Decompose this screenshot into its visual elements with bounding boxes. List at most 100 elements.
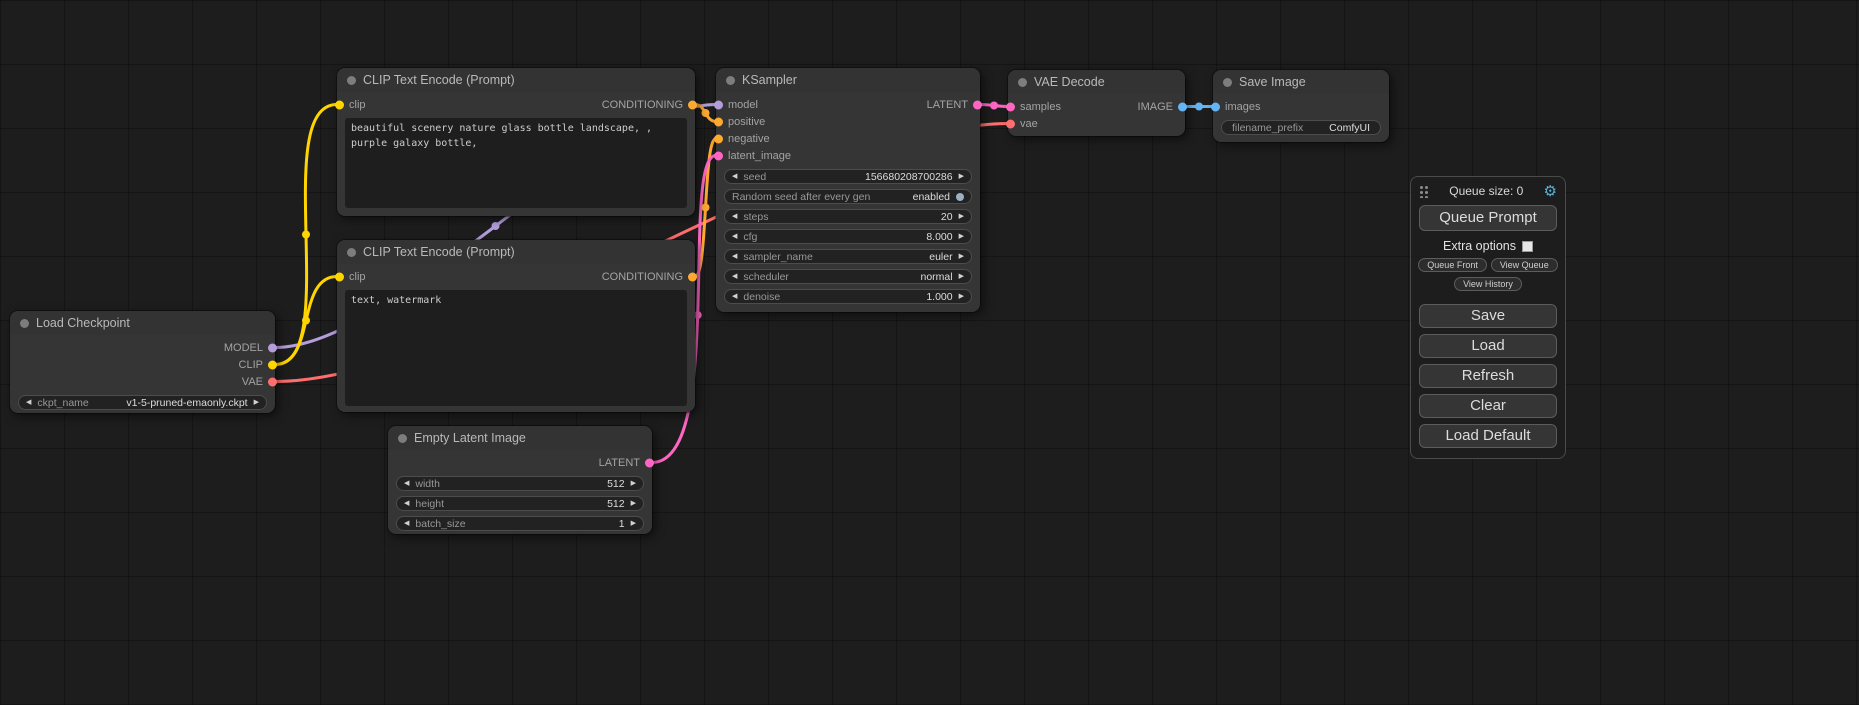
save-button[interactable]: Save: [1419, 304, 1557, 328]
scheduler-widget[interactable]: ◀ scheduler normal ▶: [724, 269, 972, 284]
increment-arrow-icon[interactable]: ▶: [959, 173, 964, 180]
node-title-bar[interactable]: CLIP Text Encode (Prompt): [337, 240, 695, 264]
latent-output-dot[interactable]: [645, 458, 654, 467]
decrement-arrow-icon[interactable]: ◀: [732, 213, 737, 220]
node-status-dot[interactable]: [1223, 78, 1232, 87]
node-status-dot[interactable]: [398, 434, 407, 443]
increment-arrow-icon[interactable]: ▶: [959, 293, 964, 300]
image-output-dot[interactable]: [1178, 102, 1187, 111]
model-input-dot[interactable]: [714, 100, 723, 109]
node-load-checkpoint[interactable]: Load Checkpoint MODEL CLIP VAE ◀ ckpt_na…: [10, 311, 275, 413]
toggle-dot-icon[interactable]: [956, 193, 964, 201]
node-status-dot[interactable]: [20, 319, 29, 328]
node-title-bar[interactable]: CLIP Text Encode (Prompt): [337, 68, 695, 92]
node-clip-text-encode-positive[interactable]: CLIP Text Encode (Prompt) clip CONDITION…: [337, 68, 695, 216]
images-input-dot[interactable]: [1211, 102, 1220, 111]
load-default-button[interactable]: Load Default: [1419, 424, 1557, 448]
link-midpoint-dot[interactable]: [302, 317, 310, 325]
refresh-button[interactable]: Refresh: [1419, 364, 1557, 388]
decrement-arrow-icon[interactable]: ◀: [732, 273, 737, 280]
negative-input-dot[interactable]: [714, 134, 723, 143]
width-widget[interactable]: ◀ width 512 ▶: [396, 476, 644, 491]
increment-arrow-icon[interactable]: ▶: [631, 500, 636, 507]
increment-arrow-icon[interactable]: ▶: [254, 399, 259, 406]
load-button[interactable]: Load: [1419, 334, 1557, 358]
view-queue-button[interactable]: View Queue: [1491, 258, 1558, 272]
node-graph-canvas[interactable]: Load Checkpoint MODEL CLIP VAE ◀ ckpt_na…: [0, 0, 1859, 705]
steps-widget[interactable]: ◀ steps 20 ▶: [724, 209, 972, 224]
decrement-arrow-icon[interactable]: ◀: [404, 520, 409, 527]
node-title-bar[interactable]: KSampler: [716, 68, 980, 92]
increment-arrow-icon[interactable]: ▶: [959, 253, 964, 260]
increment-arrow-icon[interactable]: ▶: [959, 213, 964, 220]
port-label: CONDITIONING: [602, 271, 683, 283]
node-title-bar[interactable]: VAE Decode: [1008, 70, 1185, 94]
link-midpoint-dot[interactable]: [1195, 103, 1203, 111]
ckpt-name-widget[interactable]: ◀ ckpt_name v1-5-pruned-emaonly.ckpt ▶: [18, 395, 267, 410]
node-vae-decode[interactable]: VAE Decode samples IMAGE vae: [1008, 70, 1185, 136]
increment-arrow-icon[interactable]: ▶: [631, 480, 636, 487]
decrement-arrow-icon[interactable]: ◀: [404, 500, 409, 507]
decrement-arrow-icon[interactable]: ◀: [732, 253, 737, 260]
increment-arrow-icon[interactable]: ▶: [959, 273, 964, 280]
node-empty-latent-image[interactable]: Empty Latent Image LATENT ◀ width 512 ▶ …: [388, 426, 652, 534]
conditioning-output-dot[interactable]: [688, 272, 697, 281]
model-output-dot[interactable]: [268, 343, 277, 352]
link-midpoint-dot[interactable]: [702, 109, 710, 117]
cfg-widget[interactable]: ◀ cfg 8.000 ▶: [724, 229, 972, 244]
link-midpoint-dot[interactable]: [990, 102, 998, 110]
node-status-dot[interactable]: [726, 76, 735, 85]
decrement-arrow-icon[interactable]: ◀: [26, 399, 31, 406]
node-status-dot[interactable]: [347, 248, 356, 257]
port-label: MODEL: [224, 342, 263, 354]
positive-input-dot[interactable]: [714, 117, 723, 126]
decrement-arrow-icon[interactable]: ◀: [732, 233, 737, 240]
prompt-textarea[interactable]: text, watermark: [345, 290, 687, 406]
decrement-arrow-icon[interactable]: ◀: [732, 173, 737, 180]
clip-output-dot[interactable]: [268, 360, 277, 369]
clear-button[interactable]: Clear: [1419, 394, 1557, 418]
link-midpoint-dot[interactable]: [491, 222, 499, 230]
node-title-bar[interactable]: Empty Latent Image: [388, 426, 652, 450]
extra-options-checkbox[interactable]: [1522, 241, 1533, 252]
vae-input-dot[interactable]: [1006, 119, 1015, 128]
seed-widget[interactable]: ◀ seed 156680208700286 ▶: [724, 169, 972, 184]
node-clip-text-encode-negative[interactable]: CLIP Text Encode (Prompt) clip CONDITION…: [337, 240, 695, 412]
filename-prefix-widget[interactable]: filename_prefix ComfyUI: [1221, 120, 1381, 135]
queue-front-button[interactable]: Queue Front: [1418, 258, 1487, 272]
widget-value: 1: [619, 518, 625, 530]
node-title-bar[interactable]: Save Image: [1213, 70, 1389, 94]
drag-handle-icon[interactable]: [1419, 185, 1429, 198]
increment-arrow-icon[interactable]: ▶: [631, 520, 636, 527]
node-status-dot[interactable]: [347, 76, 356, 85]
node-title: VAE Decode: [1034, 75, 1105, 89]
increment-arrow-icon[interactable]: ▶: [959, 233, 964, 240]
link-midpoint-dot[interactable]: [302, 231, 310, 239]
conditioning-output-dot[interactable]: [688, 100, 697, 109]
settings-gear-icon[interactable]: ⚙: [1544, 184, 1557, 199]
node-title-bar[interactable]: Load Checkpoint: [10, 311, 275, 335]
node-save-image[interactable]: Save Image images filename_prefix ComfyU…: [1213, 70, 1389, 142]
widget-label: denoise: [743, 291, 780, 303]
decrement-arrow-icon[interactable]: ◀: [404, 480, 409, 487]
link-midpoint-dot[interactable]: [702, 204, 710, 212]
denoise-widget[interactable]: ◀ denoise 1.000 ▶: [724, 289, 972, 304]
height-widget[interactable]: ◀ height 512 ▶: [396, 496, 644, 511]
node-ksampler[interactable]: KSampler model LATENT positive negative …: [716, 68, 980, 312]
latent-output-dot[interactable]: [973, 100, 982, 109]
output-port-clip: CLIP: [10, 356, 275, 373]
prompt-textarea[interactable]: beautiful scenery nature glass bottle la…: [345, 118, 687, 208]
queue-prompt-button[interactable]: Queue Prompt: [1419, 205, 1557, 231]
clip-input-dot[interactable]: [335, 272, 344, 281]
sampler-name-widget[interactable]: ◀ sampler_name euler ▶: [724, 249, 972, 264]
batch-size-widget[interactable]: ◀ batch_size 1 ▶: [396, 516, 644, 531]
decrement-arrow-icon[interactable]: ◀: [732, 293, 737, 300]
clip-input-dot[interactable]: [335, 100, 344, 109]
random-seed-toggle-widget[interactable]: Random seed after every gen enabled: [724, 189, 972, 204]
latent-image-input-dot[interactable]: [714, 151, 723, 160]
input-port-latent-image: latent_image: [716, 147, 980, 164]
vae-output-dot[interactable]: [268, 377, 277, 386]
node-status-dot[interactable]: [1018, 78, 1027, 87]
view-history-button[interactable]: View History: [1454, 277, 1522, 291]
samples-input-dot[interactable]: [1006, 102, 1015, 111]
